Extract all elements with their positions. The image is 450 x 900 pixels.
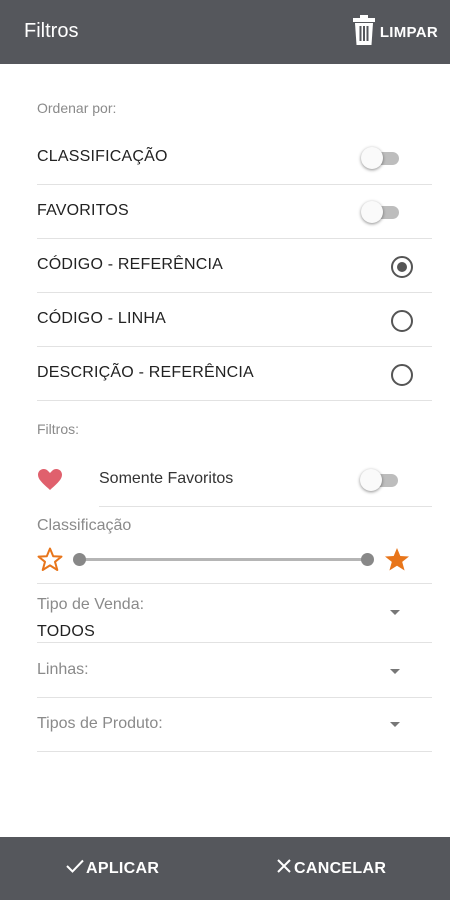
- sale-type-label: Tipo de Venda:: [37, 596, 145, 613]
- sort-option-label: CÓDIGO - REFERÊNCIA: [37, 256, 224, 273]
- lines-select[interactable]: Linhas:: [37, 643, 432, 698]
- chevron-down-icon: [390, 669, 400, 674]
- close-icon: [276, 859, 292, 878]
- cancel-button[interactable]: CANCELAR: [276, 837, 386, 900]
- radio-code-reference[interactable]: [391, 256, 413, 278]
- apply-button[interactable]: APLICAR: [66, 837, 159, 900]
- favorites-only-label: Somente Favoritos: [99, 470, 234, 487]
- bottom-action-bar: APLICAR CANCELAR: [0, 837, 450, 900]
- clear-button[interactable]: LIMPAR: [352, 14, 438, 50]
- sale-type-value: TODOS: [37, 623, 96, 640]
- page-title: Filtros: [24, 20, 79, 42]
- rating-label: Classificação: [37, 517, 132, 534]
- sort-option-code-line[interactable]: CÓDIGO - LINHA: [37, 294, 432, 347]
- radio-description-reference[interactable]: [391, 364, 413, 386]
- trash-icon: [352, 14, 376, 50]
- product-types-label: Tipos de Produto:: [37, 715, 163, 732]
- sort-option-label: DESCRIÇÃO - REFERÊNCIA: [37, 364, 254, 381]
- divider: [37, 583, 432, 584]
- rating-slider-max-thumb[interactable]: [361, 553, 374, 566]
- check-icon: [66, 859, 84, 878]
- clear-button-label: LIMPAR: [379, 23, 438, 41]
- favorites-only-toggle[interactable]: [360, 469, 400, 491]
- radio-selected-dot: [397, 262, 407, 272]
- favorites-only-row: Somente Favoritos: [99, 454, 432, 507]
- chevron-down-icon: [390, 610, 400, 615]
- sort-classification-toggle[interactable]: [361, 147, 401, 169]
- lines-label: Linhas:: [37, 661, 89, 678]
- rating-slider-min-thumb[interactable]: [73, 553, 86, 566]
- star-filled-icon: [384, 547, 410, 577]
- apply-button-label: APLICAR: [86, 859, 160, 877]
- sort-favorites-toggle[interactable]: [361, 201, 401, 223]
- filters-section-label: Filtros:: [37, 421, 79, 437]
- product-types-select[interactable]: Tipos de Produto:: [37, 698, 432, 752]
- cancel-button-label: CANCELAR: [294, 859, 387, 877]
- sale-type-select[interactable]: Tipo de Venda: TODOS: [37, 590, 432, 643]
- top-app-bar: Filtros LIMPAR: [0, 0, 450, 64]
- star-outline-icon: [37, 547, 63, 577]
- sort-favorites-label: FAVORITOS: [37, 202, 129, 219]
- sort-classification-label: CLASSIFICAÇÃO: [37, 148, 168, 165]
- sort-row-classification: CLASSIFICAÇÃO: [37, 132, 432, 185]
- sort-row-favorites: FAVORITOS: [37, 186, 432, 239]
- radio-code-line[interactable]: [391, 310, 413, 332]
- rating-slider-track[interactable]: [79, 558, 368, 561]
- sort-option-description-reference[interactable]: DESCRIÇÃO - REFERÊNCIA: [37, 348, 432, 401]
- chevron-down-icon: [390, 722, 400, 727]
- sort-option-label: CÓDIGO - LINHA: [37, 310, 167, 327]
- heart-icon: [38, 469, 62, 495]
- sort-section-label: Ordenar por:: [37, 100, 117, 116]
- sort-option-code-reference[interactable]: CÓDIGO - REFERÊNCIA: [37, 240, 432, 293]
